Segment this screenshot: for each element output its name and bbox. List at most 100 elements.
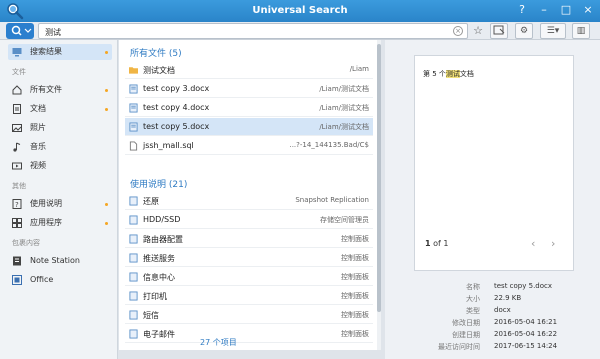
monitor-icon: [12, 48, 22, 57]
settings-button[interactable]: ⚙: [515, 23, 533, 39]
help-doc-icon: [129, 215, 138, 225]
video-icon: [12, 162, 22, 170]
help-source: Snapshot Replication: [295, 196, 369, 204]
status-dot: [105, 203, 108, 206]
help-doc-icon: [129, 196, 138, 206]
help-source: 控制面板: [341, 311, 369, 319]
sidebar-item-note-station[interactable]: Note Station: [8, 253, 112, 269]
property-value: 2016-05-04 16:22: [494, 330, 558, 338]
sidebar-item-video[interactable]: 视频: [8, 158, 112, 174]
sidebar-item-help[interactable]: ? 使用说明: [8, 196, 112, 212]
property-row: 大小 22.9 KB: [390, 294, 600, 305]
results-scrollbar[interactable]: [377, 40, 381, 350]
files-section-title[interactable]: 所有文件 (5): [130, 46, 182, 59]
music-icon: [13, 142, 21, 152]
help-name: 还原: [143, 197, 159, 206]
home-icon: [12, 85, 22, 95]
save-search-icon: [493, 25, 505, 35]
page-current: 1: [425, 239, 431, 248]
maximize-icon[interactable]: □: [560, 4, 572, 16]
list-icon: ☰▾: [546, 26, 560, 36]
help-row[interactable]: 电子邮件 控制面板: [125, 325, 373, 343]
help-doc-icon: [129, 310, 138, 320]
search-input-value: 测试: [45, 28, 61, 37]
help-row[interactable]: 短信 控制面板: [125, 306, 373, 324]
help-row[interactable]: 推送服务 控制面板: [125, 249, 373, 267]
sidebar-item-photos[interactable]: 照片: [8, 120, 112, 136]
clear-icon[interactable]: ×: [453, 26, 463, 36]
document-icon: [129, 122, 138, 132]
help-icon[interactable]: ?: [516, 4, 528, 16]
toggle-preview-button[interactable]: ▥: [572, 23, 590, 39]
next-page-icon[interactable]: ›: [551, 237, 555, 250]
view-menu-button[interactable]: ☰▾: [540, 23, 566, 39]
star-icon[interactable]: ☆: [470, 23, 486, 39]
help-name: 路由器配置: [143, 235, 183, 244]
sidebar-item-label: 视频: [30, 161, 46, 170]
close-icon[interactable]: ×: [582, 4, 594, 16]
preview-text-highlight: 测试: [445, 70, 460, 78]
prev-page-icon[interactable]: ‹: [531, 237, 535, 250]
help-doc-icon: [129, 253, 138, 263]
sidebar-item-office[interactable]: Office: [8, 272, 112, 288]
preview-text-post: 文档: [459, 70, 474, 78]
help-row[interactable]: HDD/SSD 存储空间管理员: [125, 211, 373, 229]
sidebar-item-label: Note Station: [30, 256, 80, 265]
toolbar: 测试 × ☆ ⚙ ☰▾ ▥: [0, 22, 600, 40]
help-source: 控制面板: [341, 254, 369, 262]
status-dot: [105, 89, 108, 92]
save-search-button[interactable]: [490, 23, 508, 39]
svg-text:?: ?: [15, 201, 19, 209]
file-row-selected[interactable]: test copy 5.docx /Liam/测试文档: [125, 118, 373, 136]
status-dot: [105, 51, 108, 54]
help-row[interactable]: 还原 Snapshot Replication: [125, 192, 373, 210]
help-section-title[interactable]: 使用说明 (21): [130, 177, 187, 190]
file-row[interactable]: 测试文档 /Liam: [125, 61, 373, 79]
sidebar-section-other: 其他: [12, 182, 26, 190]
sidebar-item-search-results[interactable]: 搜索结果: [8, 44, 112, 60]
help-doc-icon: [129, 234, 138, 244]
sidebar-item-documents[interactable]: 文档: [8, 101, 112, 117]
document-icon: [13, 104, 21, 114]
help-row[interactable]: 路由器配置 控制面板: [125, 230, 373, 248]
result-count[interactable]: 27 个项目: [200, 337, 237, 348]
help-name: 打印机: [143, 292, 167, 301]
search-input[interactable]: 测试 ×: [38, 23, 468, 39]
help-row[interactable]: 信息中心 控制面板: [125, 268, 373, 286]
search-button[interactable]: [6, 23, 34, 39]
document-icon: [129, 103, 138, 113]
sidebar-item-label: 使用说明: [30, 199, 62, 208]
file-row[interactable]: jssh_mall.sql ...?-14_144135.Bad/C$: [125, 137, 373, 155]
property-key: 名称: [466, 283, 480, 291]
property-row: 名称 test copy 5.docx: [390, 282, 600, 293]
panel-icon: ▥: [576, 26, 586, 36]
sidebar-item-label: 音乐: [30, 142, 46, 151]
sidebar-item-applications[interactable]: 应用程序: [8, 215, 112, 231]
help-name: 电子邮件: [143, 330, 175, 339]
minimize-icon[interactable]: –: [538, 4, 550, 16]
sidebar-item-all-files[interactable]: 所有文件: [8, 82, 112, 98]
property-key: 修改日期: [452, 319, 480, 327]
scrollbar-thumb[interactable]: [377, 44, 381, 312]
file-name: test copy 4.docx: [143, 103, 210, 112]
property-value: docx: [494, 306, 511, 314]
status-dot: [105, 108, 108, 111]
sidebar-section-files: 文件: [12, 68, 26, 76]
help-row[interactable]: 打印机 控制面板: [125, 287, 373, 305]
sidebar-item-music[interactable]: 音乐: [8, 139, 112, 155]
file-name: jssh_mall.sql: [143, 141, 194, 150]
help-doc-icon: [129, 291, 138, 301]
preview-text: 第 5 个测试文档: [423, 69, 474, 79]
file-row[interactable]: test copy 3.docx /Liam/测试文档: [125, 80, 373, 98]
file-name: 测试文档: [143, 66, 175, 75]
sidebar-item-label: 照片: [30, 123, 46, 132]
help-name: 推送服务: [143, 254, 175, 263]
photo-icon: [12, 124, 22, 132]
title-bar: Universal Search ? – □ ×: [0, 0, 600, 22]
window-title: Universal Search: [252, 5, 348, 16]
help-source: 控制面板: [341, 235, 369, 243]
help-doc-icon: [129, 329, 138, 339]
property-row: 修改日期 2016-05-04 16:21: [390, 318, 600, 329]
file-row[interactable]: test copy 4.docx /Liam/测试文档: [125, 99, 373, 117]
property-value: test copy 5.docx: [494, 282, 553, 290]
